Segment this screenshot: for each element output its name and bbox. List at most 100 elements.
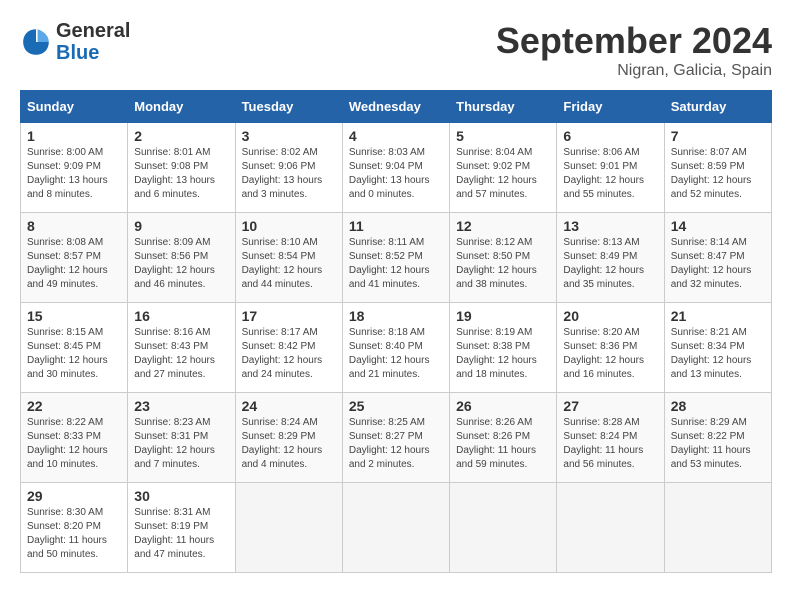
logo: General Blue xyxy=(20,20,130,64)
day-number: 1 xyxy=(27,128,121,144)
day-number: 25 xyxy=(349,398,443,414)
day-info: Sunrise: 8:02 AMSunset: 9:06 PMDaylight:… xyxy=(242,146,336,202)
calendar-cell xyxy=(450,483,557,573)
calendar-cell: 6 Sunrise: 8:06 AMSunset: 9:01 PMDaylight… xyxy=(557,123,664,213)
day-header: Tuesday xyxy=(235,91,342,123)
calendar-cell: 23Sunrise: 8:23 AMSunset: 8:31 PMDayligh… xyxy=(128,393,235,483)
calendar-cell: 24 Sunrise: 8:24 AMSunset: 8:29 PMDayligh… xyxy=(235,393,342,483)
logo-icon xyxy=(20,26,52,58)
day-number: 18 xyxy=(349,308,443,324)
calendar-cell: 12 Sunrise: 8:12 AMSunset: 8:50 PMDayligh… xyxy=(450,213,557,303)
day-number: 19 xyxy=(456,308,550,324)
day-number: 17 xyxy=(242,308,336,324)
calendar-cell: 17 Sunrise: 8:17 AMSunset: 8:42 PMDayligh… xyxy=(235,303,342,393)
day-number: 7 xyxy=(671,128,765,144)
calendar-cell: 2 Sunrise: 8:01 AMSunset: 9:08 PMDaylight… xyxy=(128,123,235,213)
day-info: Sunrise: 8:03 AMSunset: 9:04 PMDaylight:… xyxy=(349,146,443,202)
day-info: Sunrise: 8:15 AMSunset: 8:45 PMDaylight:… xyxy=(27,326,121,382)
day-header: Wednesday xyxy=(342,91,449,123)
title-section: September 2024 Nigran, Galicia, Spain xyxy=(496,20,772,80)
day-info: Sunrise: 8:21 AMSunset: 8:34 PMDaylight:… xyxy=(671,326,765,382)
calendar-cell: 16 Sunrise: 8:16 AMSunset: 8:43 PMDayligh… xyxy=(128,303,235,393)
day-number: 11 xyxy=(349,218,443,234)
day-info: Sunrise: 8:28 AMSunset: 8:24 PMDaylight:… xyxy=(563,416,657,472)
day-number: 14 xyxy=(671,218,765,234)
calendar-cell: 3 Sunrise: 8:02 AMSunset: 9:06 PMDaylight… xyxy=(235,123,342,213)
day-info: Sunrise: 8:26 AMSunset: 8:26 PMDaylight:… xyxy=(456,416,550,472)
calendar-cell xyxy=(664,483,771,573)
day-number: 22 xyxy=(27,398,121,414)
calendar-cell: 26 Sunrise: 8:26 AMSunset: 8:26 PMDayligh… xyxy=(450,393,557,483)
day-number: 10 xyxy=(242,218,336,234)
day-info: Sunrise: 8:00 AMSunset: 9:09 PMDaylight:… xyxy=(27,146,121,202)
day-info: Sunrise: 8:07 AMSunset: 8:59 PMDaylight:… xyxy=(671,146,765,202)
day-header: Saturday xyxy=(664,91,771,123)
location: Nigran, Galicia, Spain xyxy=(496,62,772,80)
calendar-cell: 13Sunrise: 8:13 AMSunset: 8:49 PMDayligh… xyxy=(557,213,664,303)
calendar-cell: 29 Sunrise: 8:30 AMSunset: 8:20 PMDayligh… xyxy=(21,483,128,573)
day-number: 6 xyxy=(563,128,657,144)
day-info: Sunrise: 8:16 AMSunset: 8:43 PMDaylight:… xyxy=(134,326,228,382)
day-number: 3 xyxy=(242,128,336,144)
calendar-cell: 11 Sunrise: 8:11 AMSunset: 8:52 PMDayligh… xyxy=(342,213,449,303)
day-info: Sunrise: 8:17 AMSunset: 8:42 PMDaylight:… xyxy=(242,326,336,382)
day-number: 13 xyxy=(563,218,657,234)
calendar-cell: 10 Sunrise: 8:10 AMSunset: 8:54 PMDayligh… xyxy=(235,213,342,303)
day-header: Monday xyxy=(128,91,235,123)
day-info: Sunrise: 8:30 AMSunset: 8:20 PMDaylight:… xyxy=(27,506,121,562)
day-number: 9 xyxy=(134,218,228,234)
day-header: Thursday xyxy=(450,91,557,123)
logo-text: General Blue xyxy=(56,20,130,64)
day-info: Sunrise: 8:10 AMSunset: 8:54 PMDaylight:… xyxy=(242,236,336,292)
calendar-table: SundayMondayTuesdayWednesdayThursdayFrid… xyxy=(20,90,772,573)
calendar-cell: 15 Sunrise: 8:15 AMSunset: 8:45 PMDayligh… xyxy=(21,303,128,393)
day-header: Friday xyxy=(557,91,664,123)
day-number: 12 xyxy=(456,218,550,234)
calendar-cell xyxy=(557,483,664,573)
day-number: 20 xyxy=(563,308,657,324)
day-number: 24 xyxy=(242,398,336,414)
calendar-cell: 9 Sunrise: 8:09 AMSunset: 8:56 PMDaylight… xyxy=(128,213,235,303)
day-number: 23 xyxy=(134,398,228,414)
calendar-cell: 19 Sunrise: 8:19 AMSunset: 8:38 PMDayligh… xyxy=(450,303,557,393)
day-number: 21 xyxy=(671,308,765,324)
day-number: 4 xyxy=(349,128,443,144)
calendar-cell: 25 Sunrise: 8:25 AMSunset: 8:27 PMDayligh… xyxy=(342,393,449,483)
day-info: Sunrise: 8:01 AMSunset: 9:08 PMDaylight:… xyxy=(134,146,228,202)
day-number: 2 xyxy=(134,128,228,144)
calendar-cell: 27 Sunrise: 8:28 AMSunset: 8:24 PMDayligh… xyxy=(557,393,664,483)
day-info: Sunrise: 8:25 AMSunset: 8:27 PMDaylight:… xyxy=(349,416,443,472)
calendar-cell: 20 Sunrise: 8:20 AMSunset: 8:36 PMDayligh… xyxy=(557,303,664,393)
day-info: Sunrise: 8:22 AMSunset: 8:33 PMDaylight:… xyxy=(27,416,121,472)
day-info: Sunrise: 8:24 AMSunset: 8:29 PMDaylight:… xyxy=(242,416,336,472)
day-number: 8 xyxy=(27,218,121,234)
day-info: Sunrise: 8:11 AMSunset: 8:52 PMDaylight:… xyxy=(349,236,443,292)
day-info: Sunrise: 8:31 AMSunset: 8:19 PMDaylight:… xyxy=(134,506,228,562)
calendar-cell xyxy=(342,483,449,573)
calendar-cell: 1 Sunrise: 8:00 AMSunset: 9:09 PMDaylight… xyxy=(21,123,128,213)
calendar-cell: 7 Sunrise: 8:07 AMSunset: 8:59 PMDaylight… xyxy=(664,123,771,213)
day-number: 28 xyxy=(671,398,765,414)
calendar-cell: 28Sunrise: 8:29 AMSunset: 8:22 PMDayligh… xyxy=(664,393,771,483)
calendar-cell: 4 Sunrise: 8:03 AMSunset: 9:04 PMDaylight… xyxy=(342,123,449,213)
day-info: Sunrise: 8:06 AMSunset: 9:01 PMDaylight:… xyxy=(563,146,657,202)
calendar-cell: 8Sunrise: 8:08 AMSunset: 8:57 PMDaylight… xyxy=(21,213,128,303)
calendar-cell: 5Sunrise: 8:04 AMSunset: 9:02 PMDaylight… xyxy=(450,123,557,213)
calendar-cell: 22 Sunrise: 8:22 AMSunset: 8:33 PMDayligh… xyxy=(21,393,128,483)
day-number: 26 xyxy=(456,398,550,414)
day-info: Sunrise: 8:09 AMSunset: 8:56 PMDaylight:… xyxy=(134,236,228,292)
day-info: Sunrise: 8:20 AMSunset: 8:36 PMDaylight:… xyxy=(563,326,657,382)
day-info: Sunrise: 8:18 AMSunset: 8:40 PMDaylight:… xyxy=(349,326,443,382)
day-number: 16 xyxy=(134,308,228,324)
day-number: 15 xyxy=(27,308,121,324)
day-number: 27 xyxy=(563,398,657,414)
day-info: Sunrise: 8:19 AMSunset: 8:38 PMDaylight:… xyxy=(456,326,550,382)
day-info: Sunrise: 8:14 AMSunset: 8:47 PMDaylight:… xyxy=(671,236,765,292)
calendar-cell: 30Sunrise: 8:31 AMSunset: 8:19 PMDayligh… xyxy=(128,483,235,573)
day-info: Sunrise: 8:04 AMSunset: 9:02 PMDaylight:… xyxy=(456,146,550,202)
day-info: Sunrise: 8:12 AMSunset: 8:50 PMDaylight:… xyxy=(456,236,550,292)
calendar-cell: 14 Sunrise: 8:14 AMSunset: 8:47 PMDayligh… xyxy=(664,213,771,303)
page-header: General Blue September 2024 Nigran, Gali… xyxy=(20,20,772,80)
calendar-cell: 21 Sunrise: 8:21 AMSunset: 8:34 PMDayligh… xyxy=(664,303,771,393)
day-number: 29 xyxy=(27,488,121,504)
